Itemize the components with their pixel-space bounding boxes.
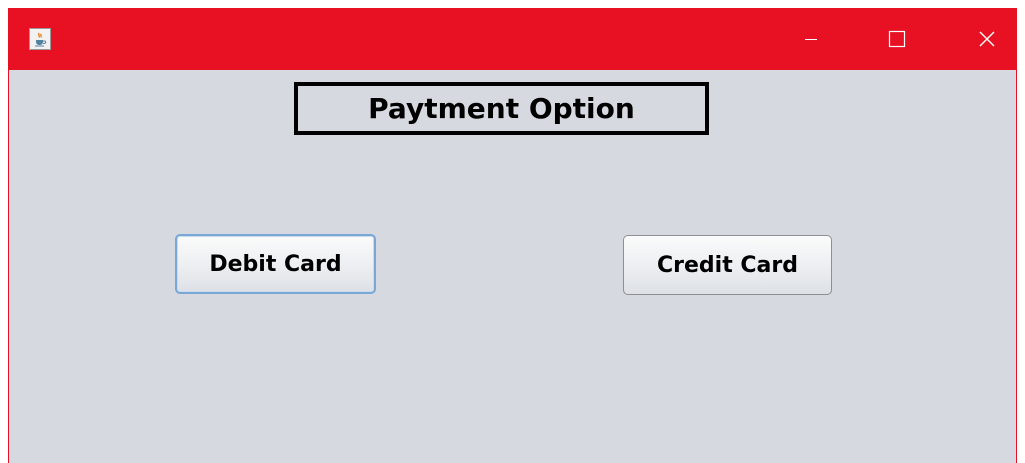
app-window: Paytment Option Debit Card Credit Card [8, 8, 1017, 463]
page-title: Paytment Option [294, 82, 709, 135]
maximize-button[interactable] [874, 8, 920, 70]
maximize-icon [888, 30, 906, 48]
minimize-icon [805, 39, 817, 40]
minimize-button[interactable] [788, 8, 834, 70]
close-button[interactable] [964, 8, 1010, 70]
debit-card-button[interactable]: Debit Card [175, 234, 376, 294]
java-cup-icon[interactable] [29, 28, 51, 50]
close-icon [979, 31, 995, 47]
title-bar[interactable] [9, 8, 1016, 70]
credit-card-button[interactable]: Credit Card [623, 235, 832, 295]
